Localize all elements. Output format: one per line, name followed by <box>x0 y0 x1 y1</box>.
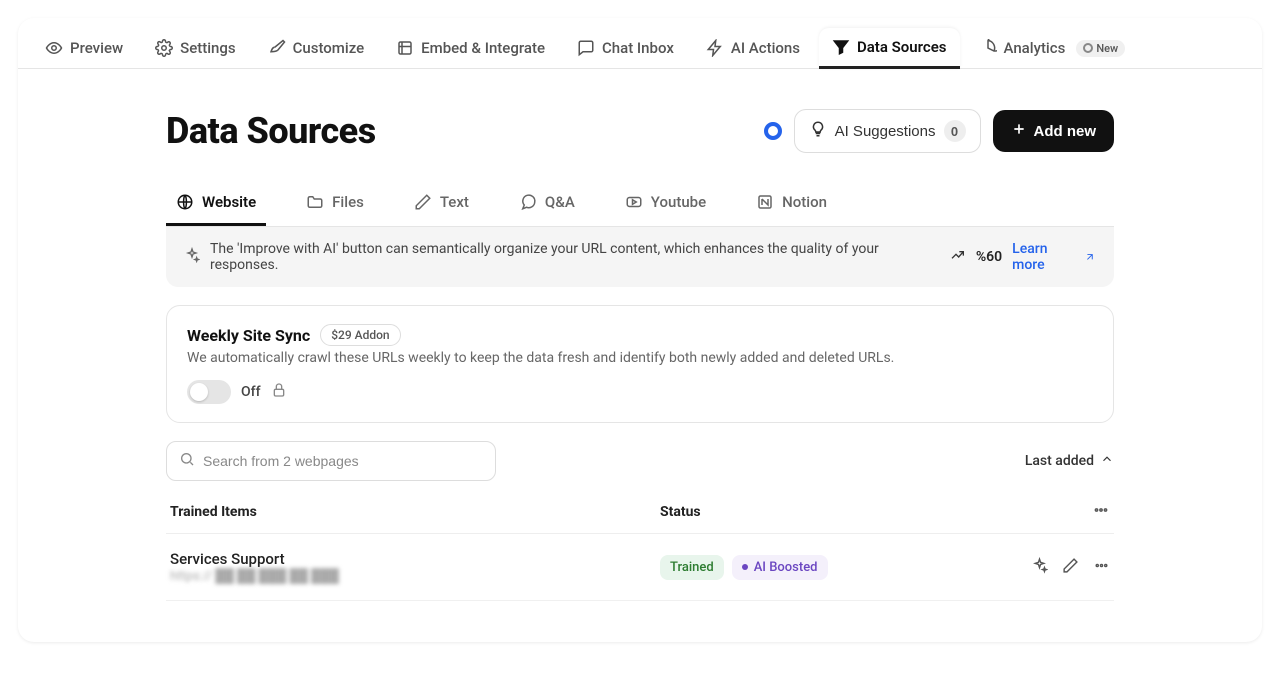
lightbulb-icon <box>809 120 827 142</box>
nav-customize[interactable]: Customize <box>255 29 378 67</box>
tab-files[interactable]: Files <box>296 181 374 226</box>
col-trained-items: Trained Items <box>170 504 660 520</box>
status-trained-badge: Trained <box>660 555 724 580</box>
col-status: Status <box>660 504 1070 520</box>
weekly-sync-card: Weekly Site Sync $29 Addon We automatica… <box>166 305 1114 423</box>
sub-tabs: Website Files Text Q&A Youtube Notion <box>166 181 1114 227</box>
nav-settings[interactable]: Settings <box>142 29 249 67</box>
pencil-icon <box>414 193 432 211</box>
tab-website[interactable]: Website <box>166 181 266 226</box>
nav-preview[interactable]: Preview <box>32 29 136 67</box>
nav-label: Analytics <box>1004 39 1066 57</box>
sync-description: We automatically crawl these URLs weekly… <box>187 350 1093 366</box>
sync-title: Weekly Site Sync <box>187 326 310 345</box>
chat-bubble-icon <box>519 193 537 211</box>
trend-icon <box>950 247 966 267</box>
tab-text[interactable]: Text <box>404 181 479 226</box>
toggle-radio[interactable] <box>764 122 782 140</box>
top-nav: Preview Settings Customize Embed & Integ… <box>18 18 1262 69</box>
tab-label: Website <box>202 193 256 211</box>
nav-analytics[interactable]: Analytics New <box>966 29 1139 67</box>
sync-toggle-label: Off <box>241 384 261 400</box>
eye-icon <box>45 39 63 57</box>
row-url: https:// ██ ██ ███ ██ ███ <box>170 568 660 584</box>
ai-suggestions-count: 0 <box>944 120 966 142</box>
nav-label: AI Actions <box>731 39 800 57</box>
sort-button[interactable]: Last added <box>1025 452 1114 470</box>
folder-icon <box>306 193 324 211</box>
sync-toggle[interactable] <box>187 380 231 404</box>
youtube-icon <box>625 193 643 211</box>
sparkle-icon <box>184 247 200 267</box>
gear-icon <box>155 39 173 57</box>
row-title: Services Support <box>170 550 660 568</box>
status-boosted-badge: AI Boosted <box>732 555 828 580</box>
info-banner: The 'Improve with AI' button can semanti… <box>166 227 1114 287</box>
tab-notion[interactable]: Notion <box>746 181 837 226</box>
table-row[interactable]: Services Support https:// ██ ██ ███ ██ █… <box>166 534 1114 601</box>
tab-label: Text <box>440 193 469 211</box>
edit-icon[interactable] <box>1062 557 1079 578</box>
search-input[interactable] <box>203 453 483 469</box>
nav-label: Preview <box>70 39 123 57</box>
learn-more-link[interactable]: Learn more <box>1012 241 1096 273</box>
plus-icon <box>1011 121 1027 141</box>
banner-pct: %60 <box>976 249 1002 265</box>
nav-label: Embed & Integrate <box>421 39 545 57</box>
chat-icon <box>577 39 595 57</box>
globe-icon <box>176 193 194 211</box>
chevron-up-icon <box>1100 452 1114 470</box>
header-more-button[interactable] <box>1070 501 1110 523</box>
addon-badge: $29 Addon <box>320 324 400 346</box>
tab-label: Files <box>332 193 364 211</box>
sort-label: Last added <box>1025 453 1094 469</box>
add-new-label: Add new <box>1034 123 1097 140</box>
nav-chat-inbox[interactable]: Chat Inbox <box>564 29 687 67</box>
ai-suggestions-button[interactable]: AI Suggestions 0 <box>794 109 981 153</box>
pie-icon <box>979 39 997 57</box>
table-header: Trained Items Status <box>166 491 1114 534</box>
banner-text: The 'Improve with AI' button can semanti… <box>210 241 930 273</box>
search-icon <box>179 451 195 471</box>
tab-youtube[interactable]: Youtube <box>615 181 716 226</box>
funnel-icon <box>832 38 850 56</box>
tab-label: Q&A <box>545 193 575 211</box>
brush-icon <box>268 39 286 57</box>
lock-icon <box>271 382 287 402</box>
nav-label: Chat Inbox <box>602 39 674 57</box>
page-title: Data Sources <box>166 110 376 152</box>
nav-embed[interactable]: Embed & Integrate <box>383 29 558 67</box>
row-more-icon[interactable] <box>1093 557 1110 578</box>
nav-ai-actions[interactable]: AI Actions <box>693 29 813 67</box>
search-box[interactable] <box>166 441 496 481</box>
nav-label: Customize <box>293 39 365 57</box>
sparkle-action-icon[interactable] <box>1031 557 1048 578</box>
nav-label: Settings <box>180 39 236 57</box>
nav-label: Data Sources <box>857 38 947 56</box>
notion-icon <box>756 193 774 211</box>
nav-data-sources[interactable]: Data Sources <box>819 28 960 69</box>
external-link-icon <box>1084 251 1096 263</box>
new-badge: New <box>1076 40 1125 57</box>
add-new-button[interactable]: Add new <box>993 110 1115 152</box>
embed-icon <box>396 39 414 57</box>
tab-qa[interactable]: Q&A <box>509 181 585 226</box>
tab-label: Notion <box>782 193 827 211</box>
ai-suggestions-label: AI Suggestions <box>835 123 936 140</box>
bolt-icon <box>706 39 724 57</box>
tab-label: Youtube <box>651 193 706 211</box>
